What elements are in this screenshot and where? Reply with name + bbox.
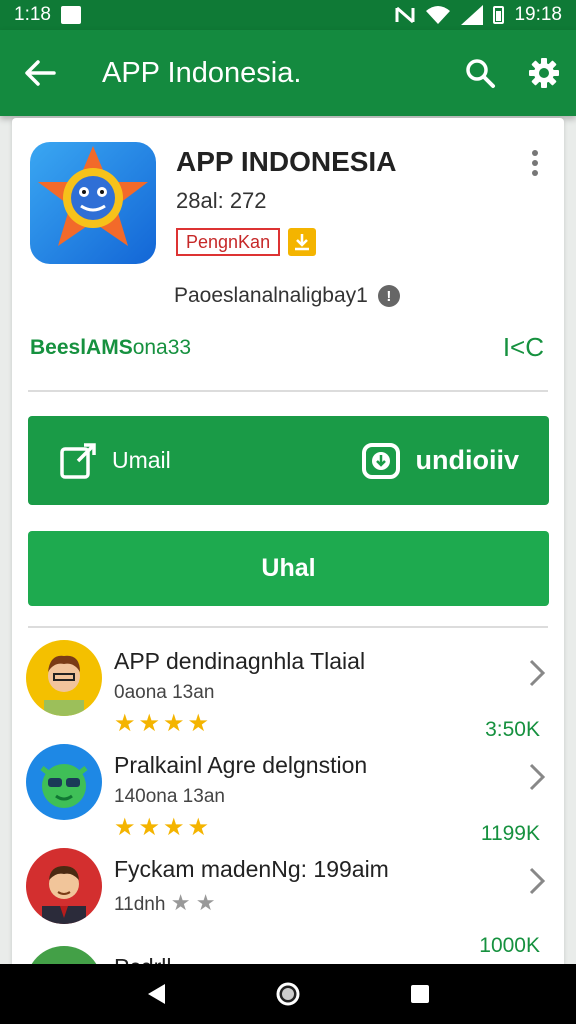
navigation-bar	[0, 964, 576, 1024]
square-recents-icon	[411, 985, 429, 1003]
nav-back-button[interactable]	[136, 974, 176, 1014]
app-description: Paoeslanalnaligbay1 !	[174, 284, 400, 308]
back-button[interactable]	[0, 30, 80, 116]
category-tag[interactable]: PengnKan	[176, 228, 281, 256]
star-icon: ★	[138, 814, 161, 841]
search-icon	[466, 59, 495, 88]
divider	[28, 626, 548, 628]
screen: 1:18 19:18 APP Indonesia. APP INDONESIA …	[0, 0, 576, 1024]
avatar	[26, 744, 102, 820]
chevron-right-icon	[529, 763, 546, 791]
star-icon: ★	[163, 814, 185, 841]
list-item[interactable]: Pralkainl Agre delgnstion 140ona 13an ★ ★…	[12, 744, 564, 848]
download-badge[interactable]	[288, 228, 317, 256]
email-button[interactable]: Umail	[58, 441, 171, 481]
star-icon: ★	[187, 814, 210, 841]
action-bar: Umail undioiiv	[28, 416, 549, 505]
star-icon: ★	[170, 890, 191, 915]
rating-summary-rest: ona33	[132, 336, 192, 359]
signal-icon	[461, 5, 484, 25]
star-icon: ★	[138, 710, 161, 737]
status-bar: 1:18 19:18	[0, 0, 576, 30]
avatar	[26, 848, 102, 924]
battery-icon	[493, 6, 505, 24]
chevron-right-icon	[529, 867, 546, 895]
settings-button[interactable]	[512, 30, 576, 116]
status-time: 1:18	[14, 4, 51, 25]
page-title: APP Indonesia.	[102, 56, 302, 89]
star-rating: ★ ★ ★ ★	[114, 712, 209, 736]
star-icon: ★	[114, 814, 136, 841]
tag-row: PengnKan	[176, 228, 317, 256]
nav-home-button[interactable]	[268, 974, 308, 1014]
list-item[interactable]: APP dendinagnhla Tlaial 0aona 13an ★ ★ ★ ★ …	[12, 640, 564, 744]
info-icon[interactable]: !	[377, 285, 400, 307]
open-button[interactable]: Uhal	[28, 531, 549, 606]
share-icon	[60, 442, 96, 479]
triangle-back-icon	[148, 984, 165, 1004]
rating-summary-right[interactable]: I<C	[503, 332, 544, 363]
download-icon	[295, 234, 310, 251]
star-outline-icon: ★	[195, 890, 216, 915]
gear-icon	[529, 58, 559, 88]
star-rating: ★ ★ ★ ★	[114, 816, 209, 840]
notification-icon	[60, 6, 81, 24]
list-item-subtitle: 0aona 13an	[114, 682, 215, 703]
app-logo	[30, 142, 156, 264]
chevron-right-icon	[529, 659, 546, 687]
app-name: APP INDONESIA	[176, 146, 397, 177]
arrow-back-icon	[25, 60, 56, 86]
nfc-icon	[395, 6, 415, 24]
list-item-title: APP dendinagnhla Tlaial	[114, 648, 366, 674]
app-meta: 28al: 272	[176, 188, 267, 213]
install-button-label: undioiiv	[415, 445, 520, 475]
divider	[28, 390, 548, 392]
star-icon: ★	[187, 710, 210, 737]
wifi-icon	[426, 6, 451, 24]
download-box-icon	[361, 442, 400, 479]
star-icon: ★	[163, 710, 185, 737]
download-count: 1199K	[480, 822, 540, 845]
avatar	[26, 640, 102, 716]
list-item-subtitle: 140ona 13an	[114, 786, 225, 807]
app-bar: APP Indonesia.	[0, 30, 576, 116]
star-icon: ★	[114, 710, 136, 737]
more-options-button[interactable]	[520, 148, 550, 178]
circle-home-icon	[276, 982, 300, 1006]
email-button-label: Umail	[112, 447, 171, 473]
search-button[interactable]	[448, 30, 512, 116]
more-vert-icon	[532, 150, 538, 156]
list-item[interactable]: Fyckam madenNg: 199aim 11dnh ★ ★ 1000K	[12, 848, 564, 957]
app-detail-card: APP INDONESIA 28al: 272 PengnKan Paoesla…	[12, 118, 564, 1022]
list-item-title: Pralkainl Agre delgnstion	[114, 752, 368, 778]
list-item-subtitle-row: 11dnh ★ ★	[114, 890, 215, 916]
nav-recents-button[interactable]	[400, 974, 440, 1014]
description-text: Paoeslanalnaligbay1	[174, 284, 368, 307]
rating-summary: BeeslAMSona33	[30, 336, 191, 360]
list-item-title: Fyckam madenNg: 199aim	[114, 856, 389, 882]
install-button[interactable]: undioiiv	[360, 441, 520, 481]
download-count: 3:50K	[485, 718, 540, 741]
rating-summary-bold: BeeslAMS	[30, 336, 133, 359]
status-clock: 19:18	[514, 4, 562, 25]
list-item-subtitle: 11dnh	[114, 894, 166, 915]
